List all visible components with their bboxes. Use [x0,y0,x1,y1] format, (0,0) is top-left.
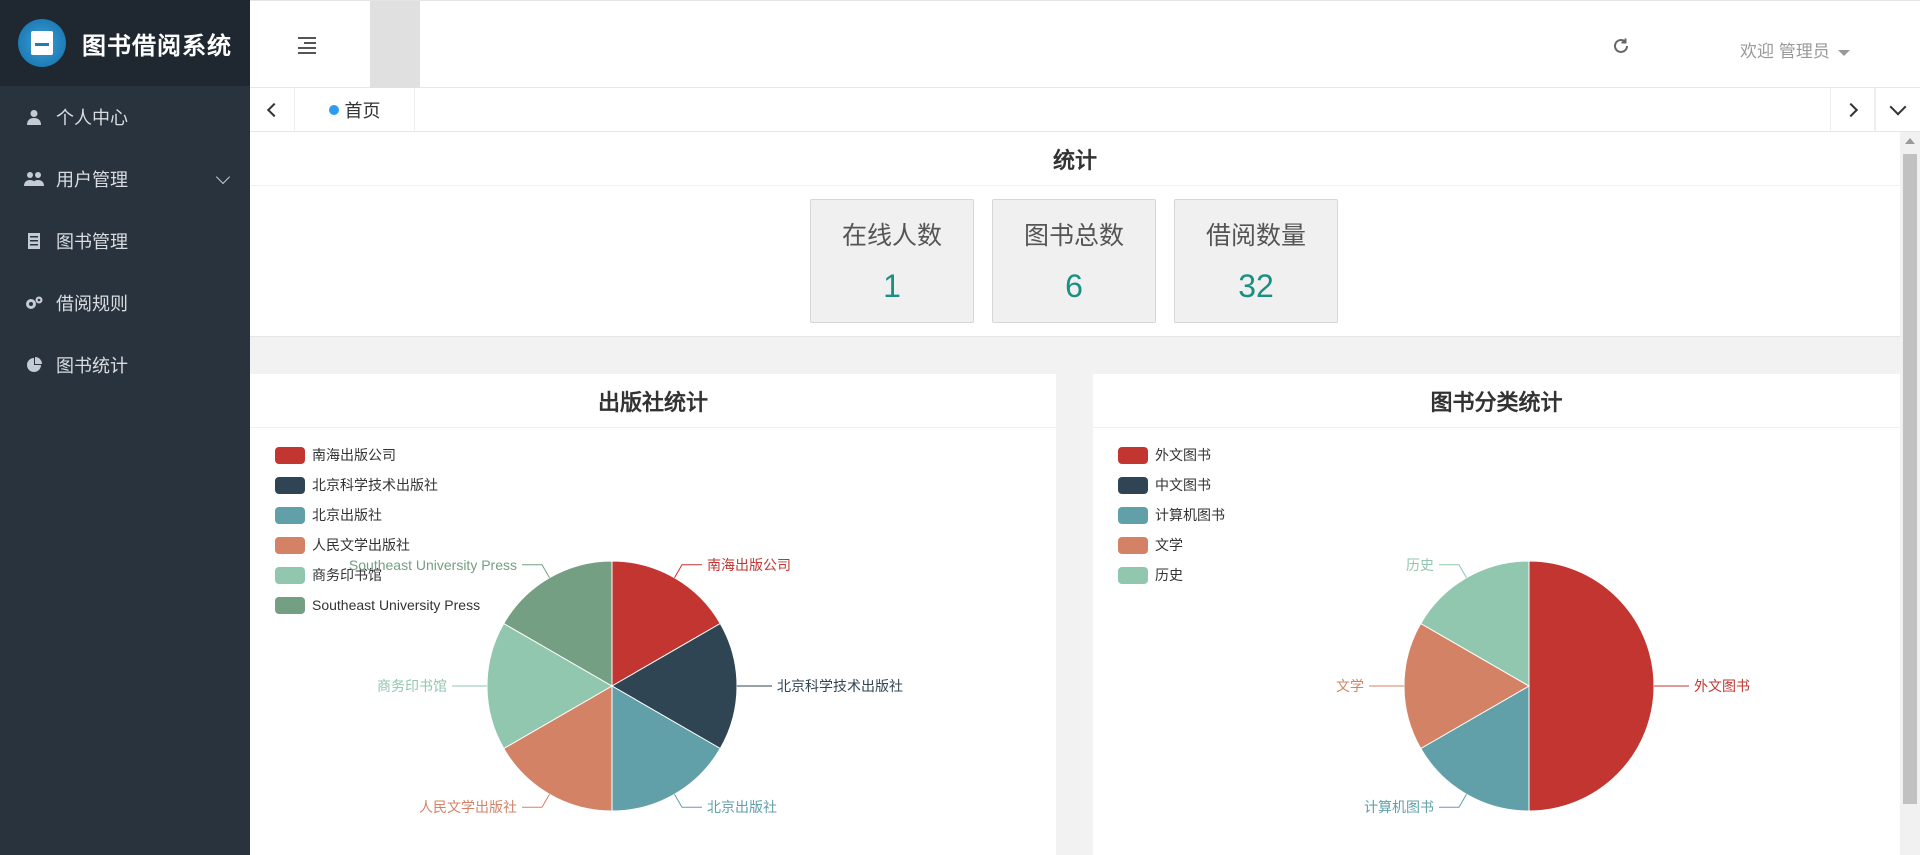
sidebar: 图书借阅系统 个人中心 用户管理 图书管理 借阅规则 图书统计 [0,0,250,855]
sidebar-item-label: 个人中心 [56,108,128,128]
menu-toggle-icon[interactable] [298,37,316,54]
stats-title: 统计 [250,132,1900,186]
slice-leader-line [674,564,702,578]
chart-title: 图书分类统计 [1093,374,1900,428]
legend-label[interactable]: 外文图书 [1155,447,1211,463]
category-pie-chart: 外文图书中文图书计算机图书文学历史外文图书计算机图书文学历史 [1118,447,1750,815]
chart-title: 出版社统计 [250,374,1056,428]
legend-label[interactable]: 计算机图书 [1155,507,1225,523]
slice-leader-line [1439,564,1467,578]
stat-label: 借阅数量 [1205,222,1306,250]
legend-swatch[interactable] [1118,447,1148,464]
chevron-right-icon [1843,102,1858,118]
scrollbar-thumb[interactable] [1903,154,1917,804]
slice-leader-line [674,794,702,808]
slice-label: 南海出版公司 [707,557,791,573]
stat-card-online: 在线人数 1 [810,199,974,323]
slice-label: 文学 [1336,678,1364,694]
stats-panel: 统计 在线人数 1 图书总数 6 借阅数量 32 [250,132,1900,337]
legend-swatch[interactable] [275,507,305,524]
sidebar-item-profile[interactable]: 个人中心 [0,86,250,148]
stat-label: 在线人数 [841,222,942,250]
legend-swatch[interactable] [275,567,305,584]
sidebar-item-books[interactable]: 图书管理 [0,210,250,272]
legend-label[interactable]: 人民文学出版社 [312,537,410,553]
top-header: 欢迎 管理员 [250,0,1920,89]
legend-label[interactable]: 北京出版社 [312,507,382,523]
sidebar-item-label: 用户管理 [56,170,128,190]
sidebar-item-label: 图书管理 [56,232,128,252]
sidebar-item-stats[interactable]: 图书统计 [0,334,250,396]
header-tab-placeholder[interactable] [370,1,420,89]
users-icon [24,170,44,188]
stat-label: 图书总数 [1023,222,1124,250]
publisher-pie-chart: 南海出版公司北京科学技术出版社北京出版社人民文学出版社商务印书馆Southeas… [275,447,903,815]
sidebar-item-rules[interactable]: 借阅规则 [0,272,250,334]
stat-cards: 在线人数 1 图书总数 6 借阅数量 32 [810,199,1338,323]
chevron-down-icon [1889,98,1907,116]
caret-down-icon [1837,49,1850,56]
legend-label[interactable]: 中文图书 [1155,477,1211,493]
legend-swatch[interactable] [275,597,305,614]
slice-label: 人民文学出版社 [419,799,517,815]
publisher-chart-panel: 出版社统计 南海出版公司 北京科学技术出版社 北京出版社 人民文学出版社 商务印书馆 So… [250,374,1056,855]
welcome-text: 欢迎 管理员 [1740,42,1830,61]
stat-value: 1 [883,268,901,304]
chevron-down-icon [215,169,231,185]
tab-label: 首页 [344,101,381,121]
slice-leader-line [522,564,550,578]
legend-swatch[interactable] [1118,567,1148,584]
pie-slice[interactable] [1528,560,1655,812]
brand: 图书借阅系统 [0,0,250,86]
legend-swatch[interactable] [275,477,305,494]
scrollbar[interactable] [1900,132,1920,855]
legend-swatch[interactable] [275,537,305,554]
logo-icon [18,19,66,67]
slice-label: 计算机图书 [1364,799,1434,815]
slice-label: 北京出版社 [707,799,777,815]
slice-leader-line [1439,794,1467,808]
app-title: 图书借阅系统 [82,32,232,60]
user-menu[interactable]: 欢迎 管理员 [1740,37,1850,62]
main-content: 统计 在线人数 1 图书总数 6 借阅数量 32 出版社统计 南海出版公司北京科… [250,132,1900,855]
slice-label: Southeast University Press [349,557,517,573]
active-dot-icon [328,105,339,115]
tab-menu-button[interactable] [1875,88,1920,132]
scroll-up-icon[interactable] [1905,138,1915,144]
legend-swatch[interactable] [1118,477,1148,494]
slice-label: 商务印书馆 [377,678,447,694]
legend-label[interactable]: 北京科学技术出版社 [312,477,438,493]
legend-label[interactable]: 历史 [1155,567,1183,583]
sidebar-item-label: 借阅规则 [56,294,128,314]
pie-chart-icon [24,356,44,374]
refresh-icon[interactable] [1612,37,1630,55]
tab-scroll-right-button[interactable] [1830,88,1875,132]
legend-label[interactable]: 文学 [1155,537,1183,553]
legend-label[interactable]: 南海出版公司 [312,447,396,463]
slice-label: 北京科学技术出版社 [777,678,903,694]
chevron-left-icon [266,102,282,118]
slice-label: 历史 [1406,557,1434,573]
category-chart-panel: 图书分类统计 外文图书 中文图书 计算机图书 文学 历史 外文图书 计算机图书 文学 历史 [1093,374,1900,855]
stat-card-books: 图书总数 6 [992,199,1156,323]
stat-value: 6 [1065,268,1083,304]
tab-scroll-left-button[interactable] [250,88,295,132]
tab-home[interactable]: 首页 [295,88,415,132]
stat-value: 32 [1238,268,1274,304]
legend-swatch[interactable] [1118,537,1148,554]
slice-label: 外文图书 [1694,678,1750,694]
tabs-bar: 首页 [250,88,1920,132]
sidebar-item-label: 图书统计 [56,356,128,376]
legend-swatch[interactable] [1118,507,1148,524]
sidebar-item-users[interactable]: 用户管理 [0,148,250,210]
cogs-icon [24,294,44,312]
legend-label[interactable]: Southeast University Press [312,597,480,613]
stat-card-borrows: 借阅数量 32 [1174,199,1338,323]
book-icon [24,232,44,250]
user-icon [24,108,44,126]
slice-leader-line [522,794,550,808]
legend-swatch[interactable] [275,447,305,464]
